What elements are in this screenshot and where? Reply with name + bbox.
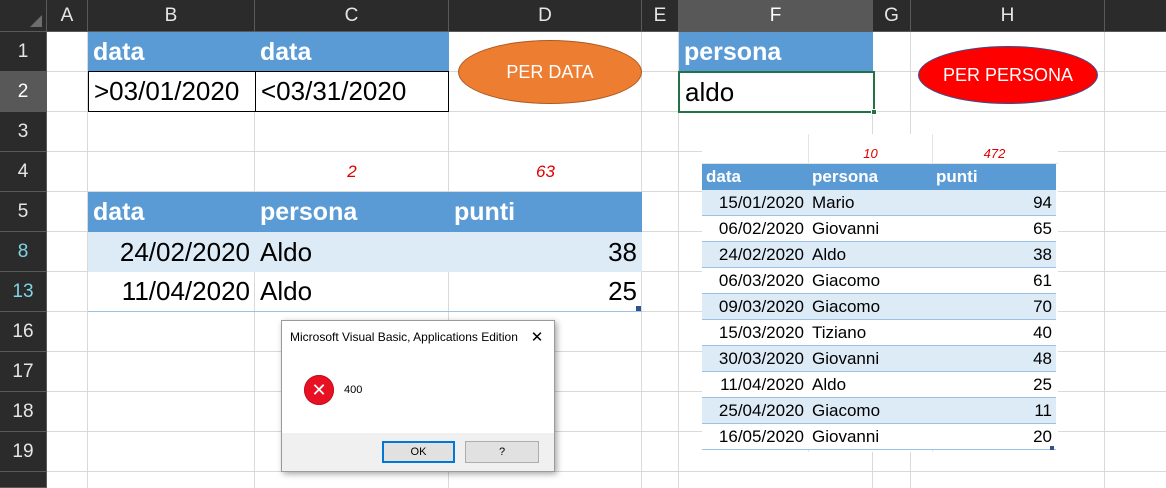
source-cell-data: 25/04/2020 — [718, 400, 804, 420]
select-all-corner[interactable] — [0, 0, 47, 32]
source-cell-punti: 40 — [1033, 322, 1052, 342]
source-cell-punti: 94 — [1033, 192, 1052, 212]
source-cell-persona: Giacomo — [812, 400, 881, 420]
source-cell-punti: 11 — [1034, 400, 1052, 420]
row-header-20[interactable] — [0, 472, 47, 488]
source-cell-persona: Aldo — [812, 244, 847, 264]
source-count: 10 — [863, 145, 878, 161]
source-sum: 472 — [983, 145, 1006, 161]
source-row: 06/02/2020 Giovanni 65 — [702, 216, 1056, 242]
source-header-data: data — [706, 167, 741, 186]
row-header-5[interactable]: 5 — [0, 192, 47, 232]
source-resize-handle — [1050, 446, 1054, 450]
criteria-date-from[interactable]: >03/01/2020 — [88, 71, 256, 112]
source-cell-punti: 20 — [1033, 426, 1052, 446]
result-row-1-persona[interactable]: Aldo — [255, 232, 449, 272]
source-cell-punti: 65 — [1033, 218, 1052, 238]
row-header-19[interactable]: 19 — [0, 432, 47, 472]
source-cell-persona: Giovanni — [812, 218, 880, 238]
close-icon[interactable]: ✕ — [528, 328, 546, 346]
source-row: 15/01/2020 Mario 94 — [702, 190, 1056, 216]
result-row-2-data[interactable]: 11/04/2020 — [88, 272, 255, 312]
source-row: 15/03/2020 Tiziano 40 — [702, 320, 1056, 346]
source-cell-data: 16/05/2020 — [718, 426, 804, 446]
source-cell-punti: 70 — [1033, 296, 1052, 316]
source-cell-persona: Giacomo — [812, 270, 881, 290]
per-data-button[interactable]: PER DATA — [458, 40, 642, 104]
source-cell-persona: Aldo — [812, 374, 847, 394]
source-cell-data: 24/02/2020 — [718, 244, 804, 264]
dialog-message: 400 — [344, 384, 363, 396]
column-header-h[interactable]: H — [911, 0, 1105, 32]
criteria-header-data-1[interactable]: data — [88, 32, 255, 72]
help-button[interactable]: ? — [465, 441, 539, 463]
source-row: 30/03/2020 Giovanni 48 — [702, 346, 1056, 372]
criteria-persona-input[interactable]: aldo — [678, 71, 875, 113]
source-cell-data: 09/03/2020 — [718, 296, 804, 316]
source-cell-punti: 25 — [1033, 374, 1052, 394]
table-resize-handle[interactable] — [636, 306, 641, 311]
source-row: 11/04/2020 Aldo 25 — [702, 372, 1056, 398]
source-cell-punti: 61 — [1033, 270, 1052, 290]
source-cell-persona: Mario — [812, 192, 855, 212]
source-cell-data: 15/01/2020 — [718, 192, 804, 212]
source-cell-data: 06/03/2020 — [718, 270, 804, 290]
source-cell-persona: Giovanni — [812, 426, 880, 446]
row-header-3[interactable]: 3 — [0, 112, 47, 152]
row-header-1[interactable]: 1 — [0, 32, 47, 72]
per-persona-button[interactable]: PER PERSONA — [918, 46, 1098, 104]
column-header-d[interactable]: D — [449, 0, 642, 32]
source-row: 06/03/2020 Giacomo 61 — [702, 268, 1056, 294]
column-header-e[interactable]: E — [642, 0, 679, 32]
row-header-4[interactable]: 4 — [0, 152, 47, 192]
row-header-18[interactable]: 18 — [0, 392, 47, 432]
source-cell-data: 06/02/2020 — [718, 218, 804, 238]
column-header-c[interactable]: C — [255, 0, 449, 32]
result-header-persona[interactable]: persona — [255, 192, 449, 232]
column-header-b[interactable]: B — [88, 0, 255, 32]
vba-error-dialog: Microsoft Visual Basic, Applications Edi… — [281, 320, 555, 472]
result-header-punti[interactable]: punti — [449, 192, 642, 232]
source-row: 25/04/2020 Giacomo 11 — [702, 398, 1056, 424]
source-cell-data: 30/03/2020 — [718, 348, 804, 368]
source-cell-persona: Giacomo — [812, 296, 881, 316]
result-count[interactable]: 2 — [255, 152, 449, 192]
source-header-row: data persona punti — [702, 164, 1056, 190]
dialog-title: Microsoft Visual Basic, Applications Edi… — [282, 321, 554, 353]
source-cell-data: 15/03/2020 — [718, 322, 804, 342]
result-row-2-persona[interactable]: Aldo — [255, 272, 449, 312]
column-header-f[interactable]: F — [679, 0, 873, 32]
column-header-a[interactable]: A — [47, 0, 88, 32]
column-header-g[interactable]: G — [873, 0, 911, 32]
source-cell-persona: Tiziano — [812, 322, 867, 342]
source-row: 24/02/2020 Aldo 38 — [702, 242, 1056, 268]
result-sum[interactable]: 63 — [449, 152, 642, 192]
row-header-17[interactable]: 17 — [0, 352, 47, 392]
row-header-13[interactable]: 13 — [0, 272, 47, 312]
error-icon: ✕ — [304, 375, 334, 405]
row-header-8[interactable]: 8 — [0, 232, 47, 272]
source-header-persona: persona — [812, 167, 879, 186]
result-row-1-data[interactable]: 24/02/2020 — [88, 232, 255, 272]
source-cell-punti: 38 — [1033, 244, 1052, 264]
result-row-2-punti[interactable]: 25 — [449, 272, 642, 312]
criteria-header-data-2[interactable]: data — [255, 32, 449, 72]
result-row-1-punti[interactable]: 38 — [449, 232, 642, 272]
source-cell-persona: Giovanni — [812, 348, 880, 368]
source-cell-data: 11/04/2020 — [720, 374, 804, 394]
ok-button[interactable]: OK — [382, 441, 455, 463]
row-header-16[interactable]: 16 — [0, 312, 47, 352]
result-header-data[interactable]: data — [88, 192, 255, 232]
source-row: 16/05/2020 Giovanni 20 — [702, 424, 1056, 450]
criteria-header-persona[interactable]: persona — [679, 32, 873, 72]
column-header-i[interactable] — [1105, 0, 1166, 32]
source-row: 09/03/2020 Giacomo 70 — [702, 294, 1056, 320]
source-cell-punti: 48 — [1033, 348, 1052, 368]
row-header-2[interactable]: 2 — [0, 72, 47, 112]
source-header-punti: punti — [936, 167, 978, 186]
criteria-date-to[interactable]: <03/31/2020 — [255, 71, 449, 112]
fill-handle[interactable] — [871, 109, 877, 115]
